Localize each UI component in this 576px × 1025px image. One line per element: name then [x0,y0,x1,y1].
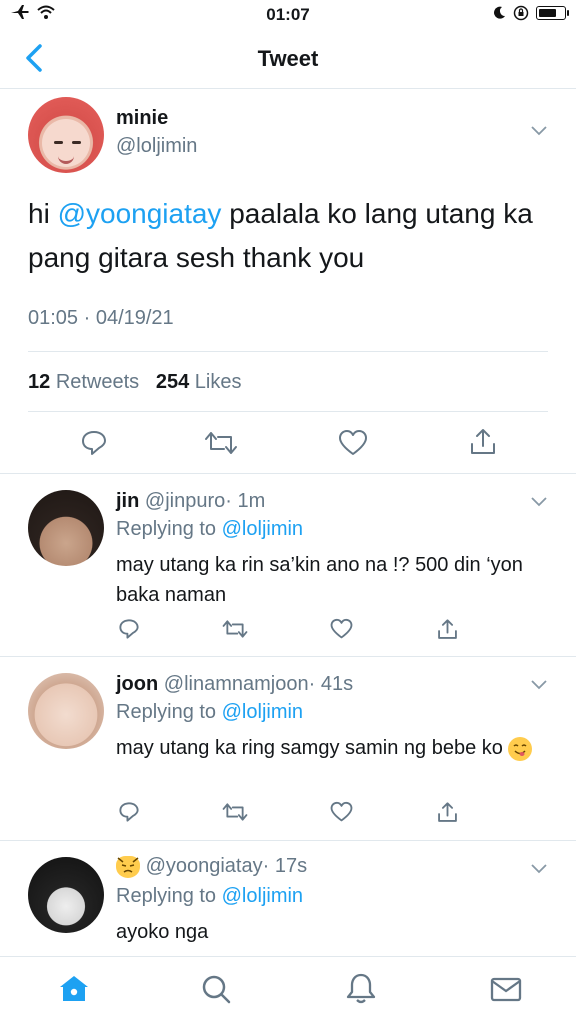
reply-tweet[interactable]: jin @jinpuro· 1m Replying to @loljimin m… [0,473,576,657]
chevron-down-icon[interactable] [530,863,548,875]
retweet-icon[interactable] [204,429,238,457]
reply-time: · 17s [262,855,308,877]
nav-bar: Tweet [0,30,576,89]
reply-icon[interactable] [118,618,140,640]
retweet-icon[interactable] [222,801,248,823]
heart-icon[interactable] [338,429,368,457]
reply-author-handle[interactable]: @linamnamjoon [164,673,309,695]
page-title: Tweet [257,46,319,71]
reply-author-name[interactable]: jin [116,490,139,512]
home-icon[interactable] [56,971,92,1007]
share-icon[interactable] [468,427,498,457]
author-handle[interactable]: @loljimin [116,135,197,158]
replying-label: Replying to [116,518,217,540]
reply-time: · 41s [308,673,354,695]
avatar-eye [54,141,63,144]
reply-actions [0,618,576,648]
retweets-label[interactable]: Retweets [56,371,139,393]
reply-author-handle[interactable]: @jinpuro [145,490,225,512]
reply-time: · 1m [225,490,266,512]
reply-icon[interactable] [118,801,140,823]
share-icon[interactable] [436,618,459,641]
status-bar: 01:07 [0,0,576,30]
reply-header: joon @linamnamjoon· 41s [116,673,353,696]
divider [28,351,548,352]
orientation-lock-icon [513,5,529,21]
reply-text: may utang ka ring samgy samin ng bebe ko [116,733,536,763]
reply-text: ayoko nga [116,921,209,943]
heart-icon[interactable] [330,801,353,823]
angry-cat-emoji-icon [116,855,140,878]
avatar[interactable] [28,857,104,933]
replying-mention[interactable]: @loljimin [222,701,303,723]
avatar[interactable] [28,97,104,173]
tab-bar [0,956,576,1025]
reply-tweet[interactable]: joon @linamnamjoon· 41s Replying to @lol… [0,656,576,841]
reply-text: may utang ka rin sa’kin ano na !? 500 di… [116,554,523,606]
status-right [492,5,569,21]
replying-to: Replying to @loljimin [116,701,303,724]
reply-header: jin @jinpuro· 1m [116,490,265,513]
tweet-text: hi @yoongiatay paalala ko lang utang ka … [28,192,548,280]
replying-to: Replying to @loljimin [116,518,303,541]
reply-icon[interactable] [80,429,108,457]
reply-author-handle[interactable]: @yoongiatay [146,855,263,877]
reply-text-content: may utang ka ring samgy samin ng bebe ko [116,737,503,759]
avatar-eye [72,141,81,144]
reply-tweet[interactable]: @yoongiatay· 17s Replying to @loljimin a… [0,840,576,957]
tweet-stats: 12 Retweets 254 Likes [28,371,242,394]
likes-count[interactable]: 254 [156,371,189,393]
share-icon[interactable] [436,801,459,824]
reply-author-name[interactable]: joon [116,673,158,695]
chevron-down-icon[interactable] [530,496,548,508]
battery-icon [536,6,569,20]
bell-icon[interactable] [343,971,379,1007]
mail-icon[interactable] [488,971,524,1007]
moon-icon [494,6,505,19]
replying-label: Replying to [116,701,217,723]
status-time: 01:07 [266,5,310,24]
tweet-mention[interactable]: @yoongiatay [58,198,222,229]
reply-header: @yoongiatay· 17s [116,855,307,878]
likes-label[interactable]: Likes [195,371,242,393]
retweet-icon[interactable] [222,618,248,640]
replying-label: Replying to [116,885,217,907]
yum-face-emoji-icon [508,736,533,761]
replying-to: Replying to @loljimin [116,885,303,908]
chevron-down-icon[interactable] [530,679,548,691]
search-icon[interactable] [198,971,234,1007]
tweet-actions [0,425,576,475]
avatar[interactable] [28,673,104,749]
chevron-down-icon[interactable] [530,125,548,137]
author-name[interactable]: minie [116,107,168,130]
divider [28,411,548,412]
avatar[interactable] [28,490,104,566]
replying-mention[interactable]: @loljimin [222,885,303,907]
tweet-timestamp: 01:05 · 04/19/21 [28,307,174,329]
reply-actions [0,801,576,831]
retweets-count[interactable]: 12 [28,371,50,393]
replying-mention[interactable]: @loljimin [222,518,303,540]
tweet-text-prefix: hi [28,198,58,229]
heart-icon[interactable] [330,618,353,640]
